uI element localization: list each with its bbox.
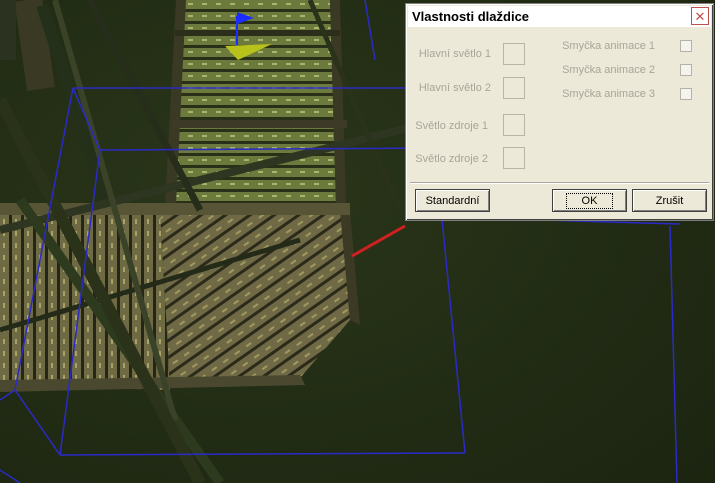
source-light-2-label: Světlo zdroje 2 xyxy=(415,153,488,165)
main-light-1-color[interactable] xyxy=(503,43,525,65)
close-icon: ✕ xyxy=(694,8,706,24)
source-light-2-color[interactable] xyxy=(503,147,525,169)
main-light-2-color[interactable] xyxy=(503,77,525,99)
animation-loop-2-label: Smyčka animace 2 xyxy=(562,64,655,76)
animation-loop-3-checkbox[interactable] xyxy=(680,88,692,100)
source-light-1-label: Světlo zdroje 1 xyxy=(415,120,488,132)
tile-properties-dialog: Vlastnosti dlaždice ✕ Hlavní světlo 1 Hl… xyxy=(405,3,714,221)
animation-loop-1-checkbox[interactable] xyxy=(680,40,692,52)
standard-button-label: Standardní xyxy=(425,194,480,207)
animation-loop-1-label: Smyčka animace 1 xyxy=(562,40,655,52)
ok-button-label: OK xyxy=(565,192,614,209)
source-light-1-color[interactable] xyxy=(503,114,525,136)
ok-button[interactable]: OK xyxy=(552,189,627,212)
animation-loop-3-label: Smyčka animace 3 xyxy=(562,88,655,100)
dialog-separator xyxy=(410,182,709,184)
dialog-title: Vlastnosti dlaždice xyxy=(412,9,530,24)
dialog-titlebar[interactable]: Vlastnosti dlaždice ✕ xyxy=(408,6,711,27)
main-light-1-label: Hlavní světlo 1 xyxy=(418,48,491,60)
cancel-button-label: Zrušit xyxy=(655,194,684,207)
main-light-2-label: Hlavní světlo 2 xyxy=(418,82,491,94)
standard-button[interactable]: Standardní xyxy=(415,189,490,212)
cancel-button[interactable]: Zrušit xyxy=(632,189,707,212)
animation-loop-2-checkbox[interactable] xyxy=(680,64,692,76)
close-button[interactable]: ✕ xyxy=(691,7,709,25)
